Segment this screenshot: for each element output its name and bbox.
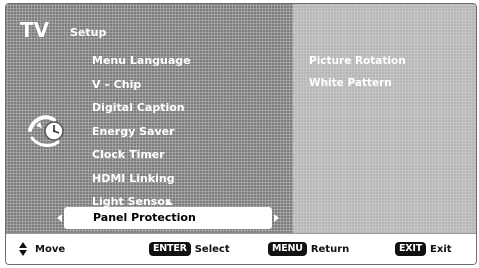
submenu-panel xyxy=(293,4,476,233)
arrow-right-icon[interactable] xyxy=(274,214,279,222)
setup-menu: Menu Language V – Chip Digital Caption E… xyxy=(92,49,191,214)
enter-key-icon: ENTER xyxy=(149,242,191,256)
menu-item-hdmi-linking[interactable]: HDMI Linking xyxy=(92,167,191,191)
submenu-item-white-pattern[interactable]: White Pattern xyxy=(309,72,406,94)
submenu-item-picture-rotation[interactable]: Picture Rotation xyxy=(309,50,406,72)
exit-hint: EXIT Exit xyxy=(395,241,452,257)
up-down-arrow-icon xyxy=(18,241,28,257)
menu-item-energy-saver[interactable]: Energy Saver xyxy=(92,120,191,144)
tv-label: TV xyxy=(20,18,50,42)
move-label: Move xyxy=(35,243,66,255)
exit-key-icon: EXIT xyxy=(395,242,427,256)
scroll-up-icon[interactable] xyxy=(165,200,173,205)
menu-screen: TV Setup Menu Language V – Chip Digital … xyxy=(6,4,476,233)
menu-key-icon: MENU xyxy=(268,242,307,256)
menu-item-panel-protection[interactable]: Panel Protection xyxy=(57,207,279,229)
submenu-list: Picture Rotation White Pattern xyxy=(309,50,406,94)
menu-title: Setup xyxy=(70,26,107,39)
menu-item-v-chip[interactable]: V – Chip xyxy=(92,73,191,97)
return-hint: MENU Return xyxy=(268,241,349,257)
osd-window: TV Setup Menu Language V – Chip Digital … xyxy=(5,3,477,265)
menu-item-clock-timer[interactable]: Clock Timer xyxy=(92,143,191,167)
exit-label: Exit xyxy=(430,243,452,255)
return-label: Return xyxy=(310,243,350,255)
menu-item-language[interactable]: Menu Language xyxy=(92,49,191,73)
arrow-left-icon[interactable] xyxy=(57,214,62,222)
menu-item-digital-caption[interactable]: Digital Caption xyxy=(92,96,191,120)
move-hint: Move xyxy=(18,241,65,257)
button-guide: Move ENTER Select MENU Return EXIT Exit xyxy=(6,233,476,264)
clock-icon xyxy=(28,115,64,147)
select-hint: ENTER Select xyxy=(149,241,230,257)
select-label: Select xyxy=(194,243,230,255)
selected-item-label: Panel Protection xyxy=(93,211,196,224)
